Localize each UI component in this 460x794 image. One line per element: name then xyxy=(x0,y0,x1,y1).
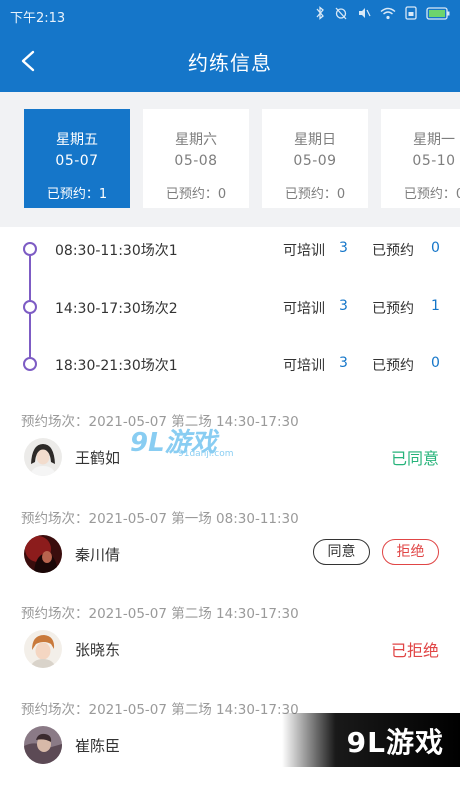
day-tab-sun[interactable]: 星期日 05-09 已预约：0 xyxy=(262,109,368,208)
status-bar: 下午2:13 xyxy=(0,0,460,30)
avatar xyxy=(24,726,62,764)
booked-label: 已预约 xyxy=(372,358,414,374)
day-weekday: 星期日 xyxy=(294,132,336,148)
session-row[interactable]: 08:30-11:30场次1 可培训 3 已预约 0 xyxy=(0,234,460,264)
app-bar: 约练信息 xyxy=(0,30,460,92)
day-selector: 星期五 05-07 已预约：1 星期六 05-08 已预约：0 星期日 05-0… xyxy=(0,92,460,227)
day-tab-fri[interactable]: 星期五 05-07 已预约：1 xyxy=(24,109,130,208)
status-agreed: 已同意 xyxy=(390,449,439,468)
timeline-dot xyxy=(23,242,37,256)
status-icons xyxy=(315,6,450,24)
capacity-label: 可培训 xyxy=(283,243,325,259)
status-rejected: 已拒绝 xyxy=(390,641,439,660)
booking-request: 预约场次：2021-05-07 第二场 14:30-17:30 张晓东 已拒绝 xyxy=(0,602,460,698)
capacity-value: 3 xyxy=(339,355,348,371)
day-date: 05-10 xyxy=(412,153,456,169)
booked-label: 已预约 xyxy=(372,243,414,259)
day-date: 05-08 xyxy=(174,153,218,169)
session-time: 14:30-17:30场次2 xyxy=(55,301,178,317)
request-user-name: 张晓东 xyxy=(75,641,121,659)
day-date: 05-09 xyxy=(293,153,337,169)
request-user-name: 秦川倩 xyxy=(75,546,121,564)
wifi-icon xyxy=(380,7,396,24)
sim-icon xyxy=(405,6,417,24)
corner-watermark: 9L游戏 xyxy=(282,713,460,767)
avatar xyxy=(24,535,62,573)
booked-value: 0 xyxy=(431,240,440,256)
reject-button[interactable]: 拒绝 xyxy=(382,539,439,565)
booked-value: 1 xyxy=(431,298,440,314)
session-time: 08:30-11:30场次1 xyxy=(55,243,178,259)
request-user-name: 崔陈臣 xyxy=(75,737,121,755)
day-tab-mon[interactable]: 星期一 05-10 已预约：0 xyxy=(381,109,460,208)
request-session-info: 预约场次：2021-05-07 第二场 14:30-17:30 xyxy=(21,606,299,622)
page-title: 约练信息 xyxy=(188,51,272,75)
booking-request: 预约场次：2021-05-07 第一场 08:30-11:30 秦川倩 同意 拒… xyxy=(0,507,460,603)
timeline-dot xyxy=(23,357,37,371)
timeline-dot xyxy=(23,300,37,314)
avatar xyxy=(24,630,62,668)
avatar xyxy=(24,438,62,476)
day-weekday: 星期一 xyxy=(413,132,455,148)
day-booked-count: 已预约：0 xyxy=(403,187,460,202)
agree-button[interactable]: 同意 xyxy=(313,539,370,565)
booked-label: 已预约 xyxy=(372,301,414,317)
status-time: 下午2:13 xyxy=(10,11,66,26)
request-user-name: 王鹤如 xyxy=(75,449,121,467)
booked-value: 0 xyxy=(431,355,440,371)
corner-watermark-text: 9L游戏 xyxy=(346,726,444,759)
day-weekday: 星期六 xyxy=(175,132,217,148)
request-session-info: 预约场次：2021-05-07 第一场 08:30-11:30 xyxy=(21,511,299,527)
alarm-off-icon xyxy=(334,6,348,24)
capacity-label: 可培训 xyxy=(283,301,325,317)
day-date: 05-07 xyxy=(55,153,99,169)
capacity-value: 3 xyxy=(339,240,348,256)
session-time: 18:30-21:30场次1 xyxy=(55,358,178,374)
day-booked-count: 已预约：0 xyxy=(165,187,227,202)
watermark-url: 91danji.com xyxy=(178,449,234,459)
capacity-value: 3 xyxy=(339,298,348,314)
day-booked-count: 已预约：0 xyxy=(284,187,346,202)
watermark-logo: 9L游戏 91danji.com xyxy=(128,420,233,464)
day-tab-sat[interactable]: 星期六 05-08 已预约：0 xyxy=(143,109,249,208)
capacity-label: 可培训 xyxy=(283,358,325,374)
mute-icon xyxy=(357,6,371,24)
session-row[interactable]: 14:30-17:30场次2 可培训 3 已预约 1 xyxy=(0,292,460,322)
session-row[interactable]: 18:30-21:30场次1 可培训 3 已预约 0 xyxy=(0,349,460,379)
battery-icon xyxy=(426,6,450,24)
day-weekday: 星期五 xyxy=(56,132,98,148)
request-session-info: 预约场次：2021-05-07 第二场 14:30-17:30 xyxy=(21,702,299,718)
session-timeline: 08:30-11:30场次1 可培训 3 已预约 0 14:30-17:30场次… xyxy=(0,227,460,392)
day-booked-count: 已预约：1 xyxy=(46,187,108,202)
bluetooth-icon xyxy=(315,6,325,24)
